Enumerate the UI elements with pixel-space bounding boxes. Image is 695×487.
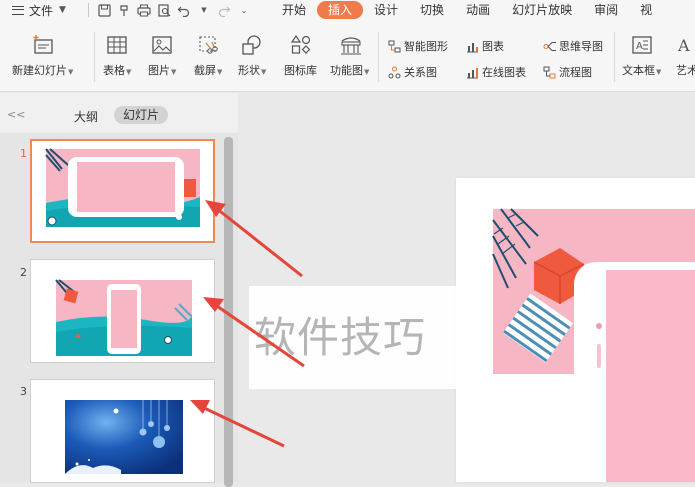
- divider: [94, 32, 95, 82]
- online-chart-icon: [466, 66, 479, 79]
- tab-review[interactable]: 审阅: [583, 1, 629, 19]
- online-chart-label: 在线图表: [482, 66, 526, 79]
- slide-2-preview: [55, 279, 192, 356]
- chart-label: 图表: [482, 40, 504, 53]
- table-button[interactable]: 表格▼: [103, 34, 131, 78]
- slide-number: 1: [20, 147, 27, 160]
- relation-chart-label: 关系图: [404, 66, 437, 79]
- chevron-down-icon[interactable]: ▼: [197, 3, 211, 17]
- print-icon[interactable]: [137, 3, 151, 17]
- flowchart-button[interactable]: 流程图: [543, 64, 592, 80]
- current-slide[interactable]: [456, 178, 695, 482]
- function-chart-button[interactable]: 功能图▼: [330, 34, 369, 78]
- undo-icon[interactable]: [177, 3, 191, 17]
- chevron-down-icon: ▼: [59, 5, 66, 15]
- textbox-button[interactable]: A 文本框▼: [622, 34, 661, 78]
- mindmap-icon: [543, 40, 556, 53]
- customize-toolbar-icon[interactable]: ⌄: [237, 3, 251, 17]
- slide-artwork: [492, 208, 695, 482]
- wordart-button[interactable]: A 艺术: [676, 34, 695, 78]
- tab-slideshow[interactable]: 幻灯片放映: [501, 1, 583, 19]
- smart-shape-icon: [388, 40, 401, 53]
- icon-library-label: 图标库: [284, 64, 317, 77]
- divider: [614, 32, 615, 82]
- thumbnail-scrollbar[interactable]: [224, 137, 233, 487]
- svg-text:A: A: [677, 36, 690, 55]
- screenshot-label: 截屏▼: [194, 64, 223, 77]
- screenshot-button[interactable]: 截屏▼: [194, 34, 222, 78]
- svg-text:A: A: [636, 41, 643, 52]
- picture-label: 图片▼: [148, 64, 177, 77]
- chart-icon: [466, 40, 479, 53]
- slide-thumbnail-2[interactable]: [30, 259, 215, 363]
- watermark: 软件技巧: [249, 286, 457, 389]
- slides-panel: << 大纲 幻灯片 1 2 3: [0, 93, 238, 487]
- chart-button[interactable]: 图表: [466, 38, 504, 54]
- picture-icon: [151, 34, 173, 56]
- tab-design[interactable]: 设计: [363, 1, 409, 19]
- table-label: 表格▼: [103, 64, 132, 77]
- mindmap-label: 思维导图: [559, 40, 603, 53]
- slide-number: 2: [20, 266, 27, 279]
- mindmap-button[interactable]: 思维导图: [543, 38, 603, 54]
- slide-3-preview: [65, 400, 183, 474]
- slide-1-preview: [45, 148, 200, 227]
- scissors-icon: [197, 34, 219, 56]
- new-slide-icon: [32, 34, 54, 56]
- tab-view[interactable]: 视: [629, 1, 663, 19]
- wordart-icon: A: [676, 34, 695, 56]
- tab-insert[interactable]: 插入: [317, 1, 364, 19]
- relation-chart-icon: [388, 66, 401, 79]
- relation-chart-button[interactable]: 关系图: [388, 64, 437, 80]
- picture-button[interactable]: 图片▼: [148, 34, 176, 78]
- tab-home[interactable]: 开始: [271, 1, 317, 19]
- new-slide-button[interactable]: 新建幻灯片▼: [12, 34, 73, 78]
- tab-slides[interactable]: 幻灯片: [114, 106, 168, 124]
- hamburger-icon: [12, 5, 24, 15]
- tab-transitions[interactable]: 切换: [409, 1, 455, 19]
- format-painter-icon[interactable]: [117, 3, 131, 17]
- shape-label: 形状▼: [238, 64, 267, 77]
- wordart-label: 艺术: [676, 64, 695, 77]
- smart-shape-label: 智能图形: [404, 40, 448, 53]
- icon-library-icon: [290, 34, 312, 56]
- textbox-icon: A: [631, 34, 653, 56]
- online-chart-button[interactable]: 在线图表: [466, 64, 526, 80]
- save-icon[interactable]: [97, 3, 111, 17]
- tab-outline[interactable]: 大纲: [74, 108, 98, 125]
- collapse-panel-icon[interactable]: <<: [7, 108, 25, 121]
- slide-thumbnail-1[interactable]: [30, 139, 215, 243]
- table-icon: [106, 34, 128, 56]
- watermark-text: 软件技巧: [254, 313, 427, 362]
- file-menu-label: 文件: [29, 3, 54, 18]
- divider: [378, 32, 379, 82]
- print-preview-icon[interactable]: [157, 3, 171, 17]
- ribbon-tabs: 开始 插入 设计 切换 动画 幻灯片放映 审阅 视: [271, 0, 663, 20]
- flowchart-label: 流程图: [559, 66, 592, 79]
- slide-thumbnail-3[interactable]: [30, 379, 215, 483]
- slide-number: 3: [20, 385, 27, 398]
- shape-button[interactable]: 形状▼: [238, 34, 266, 78]
- icon-library-button[interactable]: 图标库: [284, 34, 317, 78]
- shapes-icon: [241, 34, 263, 56]
- function-chart-icon: [339, 34, 361, 56]
- new-slide-label: 新建幻灯片▼: [12, 64, 74, 77]
- menu-bar: 文件 ▼ ▼ ⌄ 开始 插入 设计 切换 动画 幻灯片放映 审阅 视: [0, 0, 695, 20]
- flowchart-icon: [543, 66, 556, 79]
- ribbon-toolbar: 新建幻灯片▼ 表格▼ 图片▼ 截屏▼ 形状▼ 图标库 功能图▼ 智能图形 关系图…: [0, 20, 695, 92]
- textbox-label: 文本框▼: [622, 64, 662, 77]
- quick-access-toolbar: ▼ ⌄: [89, 3, 259, 17]
- tab-animations[interactable]: 动画: [455, 1, 501, 19]
- smart-shape-button[interactable]: 智能图形: [388, 38, 448, 54]
- redo-icon[interactable]: [217, 3, 231, 17]
- file-menu-button[interactable]: 文件 ▼: [0, 0, 88, 20]
- slide-thumbnail-list: 1 2 3: [0, 133, 238, 483]
- function-chart-label: 功能图▼: [330, 64, 370, 77]
